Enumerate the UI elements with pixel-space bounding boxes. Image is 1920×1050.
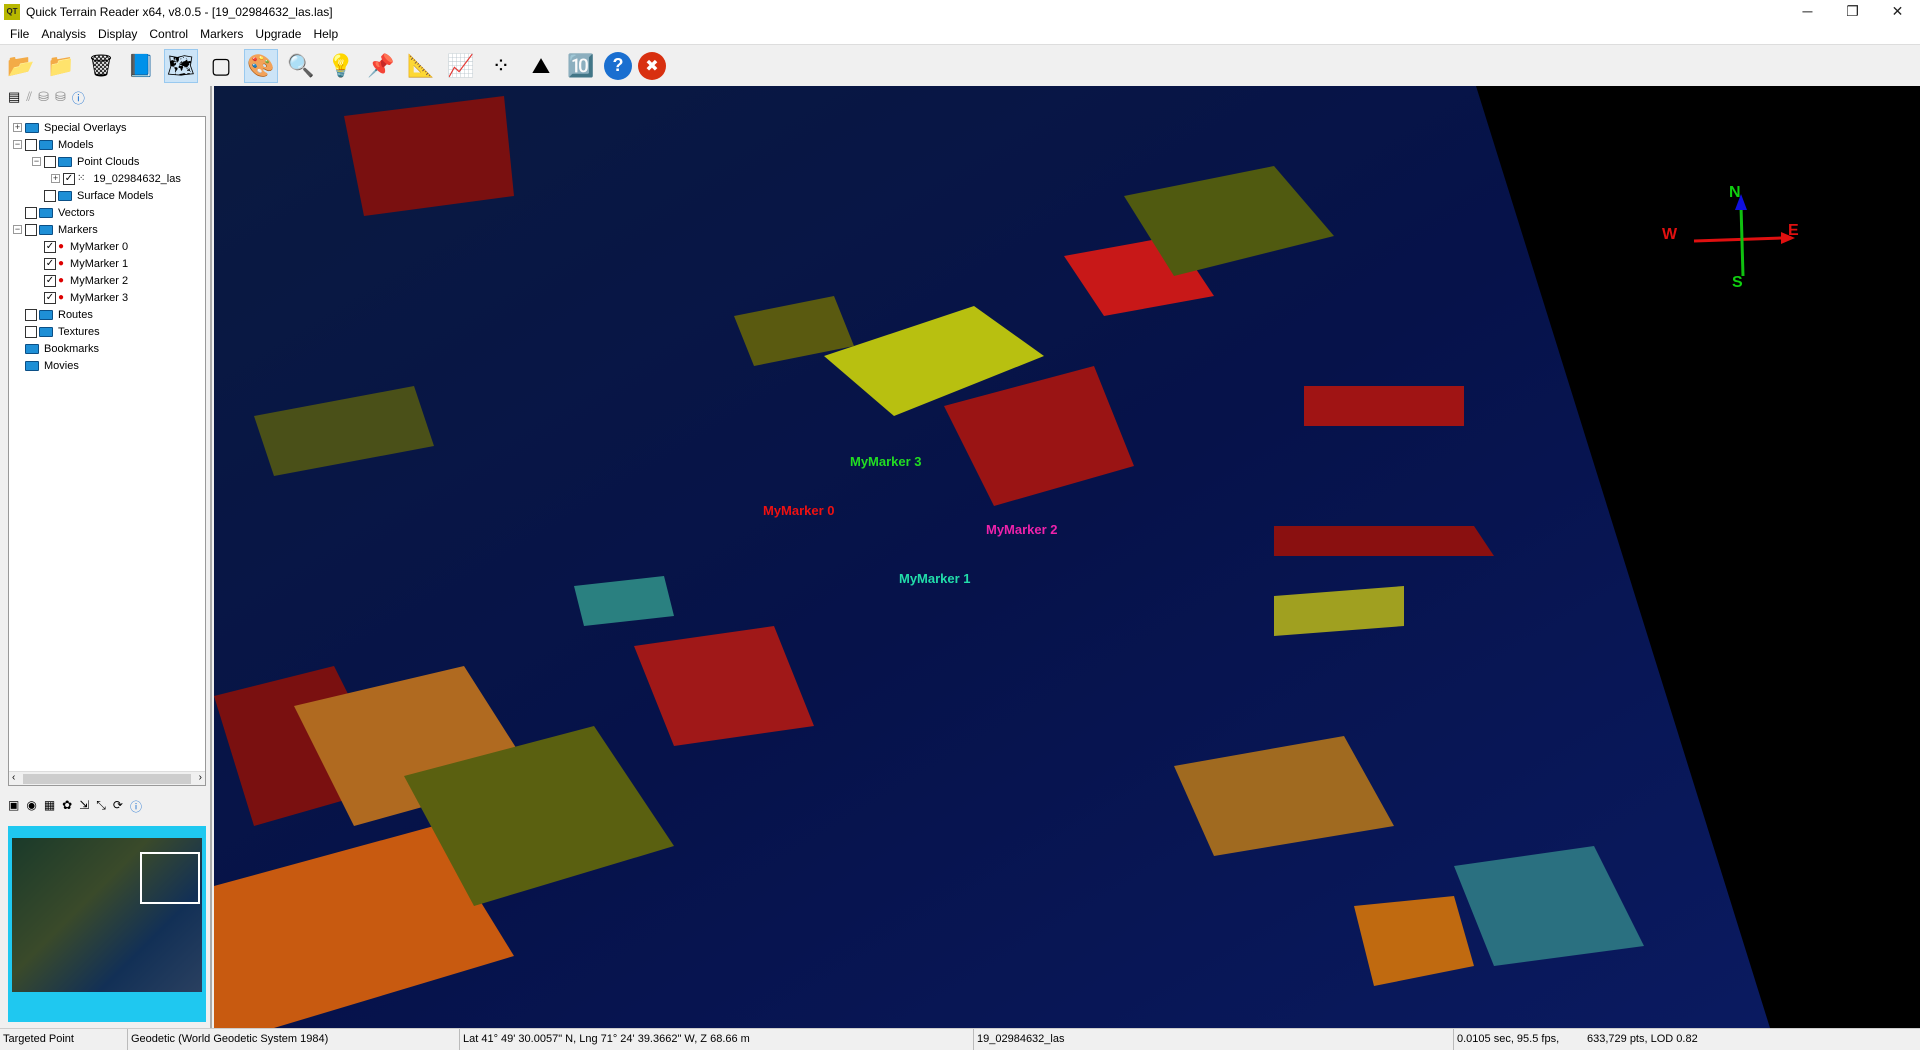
pin-icon: ● [58,258,65,269]
tree-special-overlays[interactable]: + Special Overlays [9,119,205,136]
pin-button[interactable]: 📌 [364,49,398,83]
tree-bookmarks[interactable]: Bookmarks [9,340,205,357]
marker-label-1[interactable]: MyMarker 1 [899,571,971,586]
tree-vectors[interactable]: Vectors [9,204,205,221]
checkbox[interactable] [25,206,37,219]
layers-panel: ▤ ⫽ ⛁ ⛁ ⓘ + Special Overlays − Models − Poi… [0,86,212,1028]
tree-marker-0[interactable]: ✓ ● MyMarker 0 [9,238,205,255]
query-db-icon[interactable]: ⛁ [55,89,66,105]
heatmap-button[interactable]: 🗺 [164,48,198,83]
status-crs: Geodetic (World Geodetic System 1984) [128,1029,460,1050]
app-logo-icon: QT [4,4,20,20]
marker-label-3[interactable]: MyMarker 3 [850,454,922,469]
checkbox[interactable]: ✓ [44,257,56,270]
status-perf: 0.0105 sec, 95.5 fps, [1457,1033,1560,1045]
pin-icon: ● [58,275,65,286]
menu-file[interactable]: File [4,27,35,41]
tool-icon[interactable]: ◉ [26,798,36,815]
tool-icon[interactable]: ⟳ [113,798,123,815]
elevation-button[interactable]: ⛰ [524,49,558,83]
help-button[interactable]: ? [604,51,632,80]
profile-button[interactable]: 📈 [444,49,478,83]
checkbox[interactable] [25,325,37,338]
compass-s: S [1732,274,1743,291]
view-extent-box[interactable] [140,852,200,904]
tree-marker-1[interactable]: ✓ ● MyMarker 1 [9,255,205,272]
tree-routes[interactable]: Routes [9,306,205,323]
pin-icon: ● [58,292,65,303]
menu-upgrade[interactable]: Upgrade [249,27,307,41]
horizontal-scrollbar[interactable]: ‹ › [9,771,205,785]
cluster-button[interactable]: ⁘ [484,49,518,83]
menu-display[interactable]: Display [92,27,143,41]
help-icon[interactable]: ⓘ [130,798,142,815]
toolbar: 📂 📁 🗑 📘 🗺 ▢ 🎨 🔍 💡 📌 📐 📈 ⁘ ⛰ 🔟? ✖ [0,44,1920,86]
compass-w: W [1662,226,1678,243]
tree-marker-2[interactable]: ✓ ● MyMarker 2 [9,272,205,289]
checkbox[interactable]: ✓ [44,274,56,287]
add-folder-button[interactable]: 📁 [44,49,78,83]
marker-label-2[interactable]: MyMarker 2 [986,522,1058,537]
menu-help[interactable]: Help [307,27,344,41]
tree-movies[interactable]: Movies [9,357,205,374]
maximize-button[interactable]: ❐ [1830,0,1875,24]
checkbox[interactable]: ✓ [44,291,56,304]
checkbox[interactable] [44,155,56,168]
overview-minimap[interactable] [8,826,206,1022]
tree-textures[interactable]: Textures [9,323,205,340]
title-bar: QT Quick Terrain Reader x64, v8.0.5 - [1… [0,0,1920,24]
menu-bar: File Analysis Display Control Markers Up… [0,24,1920,44]
panel-toolbar: ▤ ⫽ ⛁ ⛁ ⓘ [0,86,210,108]
tool-icon[interactable]: ⇲ [79,798,89,815]
tree-surface-models[interactable]: Surface Models [9,187,205,204]
window-title: Quick Terrain Reader x64, v8.0.5 - [19_0… [26,5,333,19]
menu-control[interactable]: Control [143,27,194,41]
tool-icon[interactable]: ▦ [44,798,55,815]
checkbox[interactable] [44,189,56,202]
status-points: 633,729 pts, LOD 0.82 [1587,1033,1698,1045]
checkbox[interactable] [25,138,37,151]
tool-icon[interactable]: ▣ [8,798,19,815]
tool-icon[interactable]: ✿ [62,798,72,815]
minimize-button[interactable]: ─ [1785,0,1830,24]
checkbox[interactable]: ✓ [44,240,56,253]
tree-models[interactable]: − Models [9,136,205,153]
chart-view-icon[interactable]: ⫽ [26,89,32,105]
pin-icon: ● [58,241,65,252]
layers-button[interactable]: ▢ [204,49,238,83]
checkbox[interactable] [25,308,37,321]
checkbox[interactable] [25,223,37,236]
close-button[interactable]: ✖ [638,51,666,80]
trash-button[interactable]: 🗑 [84,49,118,83]
refresh-10-button[interactable]: 🔟 [564,49,598,83]
open-folder-button[interactable]: 📂 [4,49,38,83]
menu-analysis[interactable]: Analysis [35,27,92,41]
add-db-icon[interactable]: ⛁ [38,89,49,105]
marker-label-0[interactable]: MyMarker 0 [763,503,835,518]
tree-markers[interactable]: − Markers [9,221,205,238]
compass-n: N [1729,184,1741,201]
compass-e: E [1788,222,1799,239]
tree-las-file[interactable]: + ✓ ⁙ 19_02984632_las [9,170,205,187]
checkbox[interactable]: ✓ [63,172,75,185]
book-button[interactable]: 📘 [124,49,158,83]
status-bar: Targeted Point Geodetic (World Geodetic … [0,1028,1920,1050]
status-file: 19_02984632_las [974,1029,1454,1050]
status-coords: Lat 41° 49' 30.0057" N, Lng 71° 24' 39.3… [460,1029,974,1050]
3d-viewport[interactable]: MyMarker 3 MyMarker 0 MyMarker 2 MyMarke… [214,86,1920,1028]
status-mode: Targeted Point [0,1029,128,1050]
layer-tree: + Special Overlays − Models − Point Clouds … [8,116,206,786]
help-icon[interactable]: ⓘ [72,88,85,107]
panel-bottom-toolbar: ▣ ◉ ▦ ✿ ⇲ ⤡ ⟳ ⓘ [8,798,142,815]
tree-marker-3[interactable]: ✓ ● MyMarker 3 [9,289,205,306]
tool-icon[interactable]: ⤡ [96,798,106,815]
tree-point-clouds[interactable]: − Point Clouds [9,153,205,170]
zoom-extent-button[interactable]: 🔍 [284,49,318,83]
menu-markers[interactable]: Markers [194,27,249,41]
color-button[interactable]: 🎨 [244,48,278,83]
close-window-button[interactable]: ✕ [1875,0,1920,24]
tree-view-icon[interactable]: ▤ [8,89,20,105]
ruler-button[interactable]: 📐 [404,49,438,83]
light-button[interactable]: 💡 [324,49,358,83]
